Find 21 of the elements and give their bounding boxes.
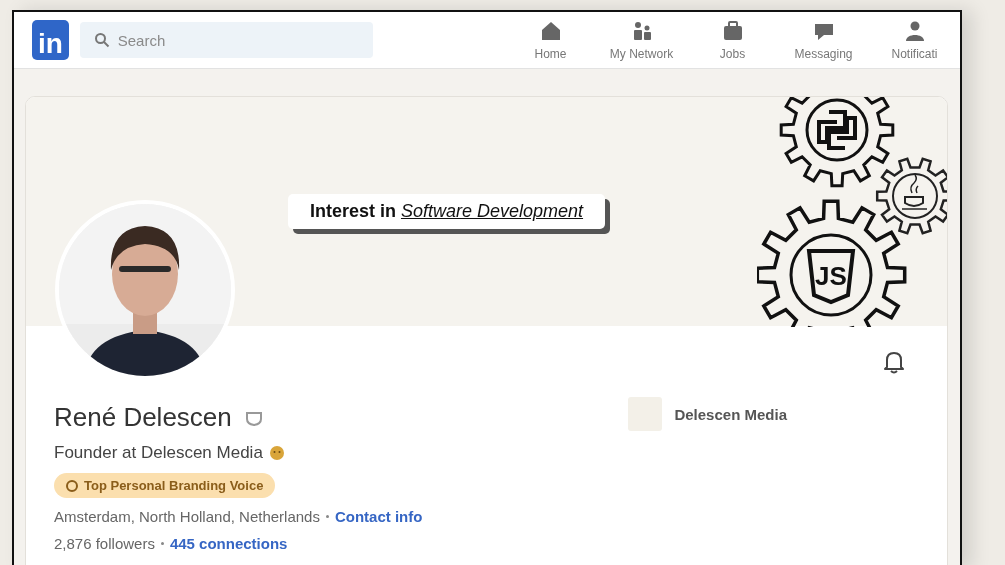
profile-location: Amsterdam, North Holland, Netherlands (54, 508, 320, 525)
nav-item[interactable]: Home (505, 19, 596, 61)
shield-label: JS (815, 261, 847, 291)
connections-link[interactable]: 445 connections (169, 535, 288, 552)
nav-item[interactable]: Messaging (778, 19, 869, 61)
verified-icon (243, 409, 264, 426)
company-link[interactable]: Delescen Media (628, 396, 787, 432)
followers-count: 2,876 followers (54, 535, 155, 552)
contact-info-link[interactable]: Contact info (334, 508, 423, 525)
app-logo[interactable]: in (32, 20, 69, 60)
profile-headline: Founder at Delescen Media (54, 443, 263, 463)
award-icon (66, 479, 78, 492)
emoji-icon (268, 445, 285, 461)
nav-item[interactable]: My Network (596, 19, 687, 61)
nav-item[interactable]: Jobs (687, 19, 778, 61)
profile-badge[interactable]: Top Personal Branding Voice (54, 473, 276, 498)
separator-dot-icon (160, 542, 164, 545)
search-icon (93, 32, 110, 48)
nav-item[interactable]: Notificati (869, 19, 960, 61)
separator-dot-icon (325, 515, 329, 518)
profile-name: René Delescen (54, 402, 232, 433)
